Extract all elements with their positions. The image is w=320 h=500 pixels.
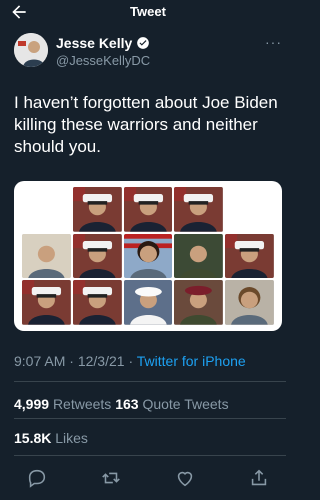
- author-name[interactable]: Jesse Kelly: [56, 35, 150, 51]
- page-title: Tweet: [130, 4, 166, 19]
- top-bar: Tweet: [0, 0, 296, 26]
- retweet-icon[interactable]: [100, 467, 122, 489]
- like-stats[interactable]: 15.8K Likes: [14, 430, 88, 446]
- portrait: [72, 280, 122, 325]
- portrait: [22, 233, 71, 279]
- share-icon[interactable]: [248, 467, 270, 489]
- author-handle[interactable]: @JesseKellyDC: [56, 53, 150, 68]
- portrait: [174, 280, 224, 325]
- quote-label: Quote Tweets: [142, 396, 229, 412]
- divider: [14, 381, 286, 382]
- tweet-date: 12/3/21: [77, 353, 125, 369]
- reply-icon[interactable]: [26, 467, 48, 489]
- retweet-label: Retweets: [52, 396, 112, 412]
- portrait: [225, 187, 274, 232]
- meta-separator: ·: [128, 353, 134, 369]
- tweet-time: 9:07 AM: [14, 353, 66, 369]
- retweet-stats[interactable]: 4,999 Retweets 163 Quote Tweets: [14, 396, 229, 412]
- like-count: 15.8K: [14, 430, 52, 446]
- verified-badge-icon: [137, 37, 150, 49]
- portrait: [22, 280, 71, 325]
- author-name-text: Jesse Kelly: [56, 35, 133, 51]
- portrait: [72, 187, 122, 232]
- avatar[interactable]: [14, 33, 48, 67]
- tweet-image[interactable]: [14, 181, 282, 331]
- portrait: [22, 187, 71, 232]
- like-label: Likes: [55, 430, 88, 446]
- divider: [14, 455, 286, 456]
- like-icon[interactable]: [174, 467, 196, 489]
- portrait: [123, 233, 173, 279]
- portrait: [72, 233, 122, 279]
- tweet-meta: 9:07 AM · 12/3/21 · Twitter for iPhone: [14, 353, 246, 369]
- portrait: [225, 280, 274, 325]
- tweet-text: I haven’t forgotten about Joe Biden kill…: [14, 93, 278, 156]
- portrait: [174, 187, 224, 232]
- portrait: [123, 280, 173, 325]
- quote-count: 163: [115, 396, 139, 412]
- portrait: [174, 233, 224, 279]
- portrait: [225, 233, 274, 279]
- divider: [14, 418, 286, 419]
- meta-separator: ·: [69, 353, 74, 369]
- retweet-count: 4,999: [14, 396, 50, 412]
- tweet-source-link[interactable]: Twitter for iPhone: [137, 353, 246, 369]
- more-options-icon[interactable]: ···: [265, 34, 282, 50]
- portrait-grid: [22, 187, 274, 325]
- portrait: [123, 187, 173, 232]
- action-bar: [0, 466, 296, 490]
